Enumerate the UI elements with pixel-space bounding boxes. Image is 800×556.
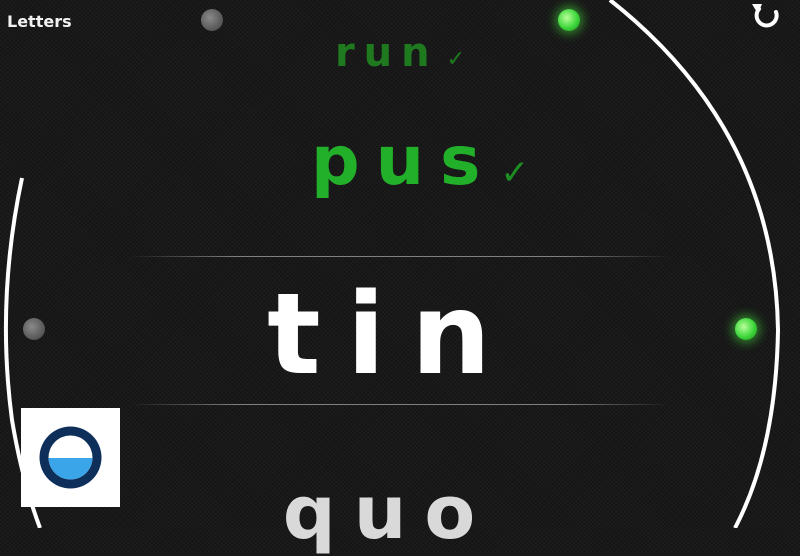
word-solved-1: run ✓: [0, 30, 800, 76]
word-text: run: [334, 30, 439, 76]
word-text: pus: [310, 122, 497, 201]
logo-icon: [39, 426, 102, 489]
indicator-dot-top-left: [201, 9, 223, 31]
app-logo: [21, 408, 120, 507]
check-icon: ✓: [446, 47, 466, 72]
indicator-dot-top-right: [558, 9, 580, 31]
check-icon: ✓: [500, 153, 530, 193]
divider-top: [130, 256, 670, 257]
divider-bottom: [130, 404, 670, 405]
app-title: Letters: [7, 12, 72, 31]
word-solved-2: pus ✓: [20, 122, 800, 201]
word-current[interactable]: tin: [0, 270, 792, 400]
dial-ring: [3, 0, 781, 528]
word-text: tin: [267, 270, 517, 400]
word-text: quo: [282, 470, 494, 556]
